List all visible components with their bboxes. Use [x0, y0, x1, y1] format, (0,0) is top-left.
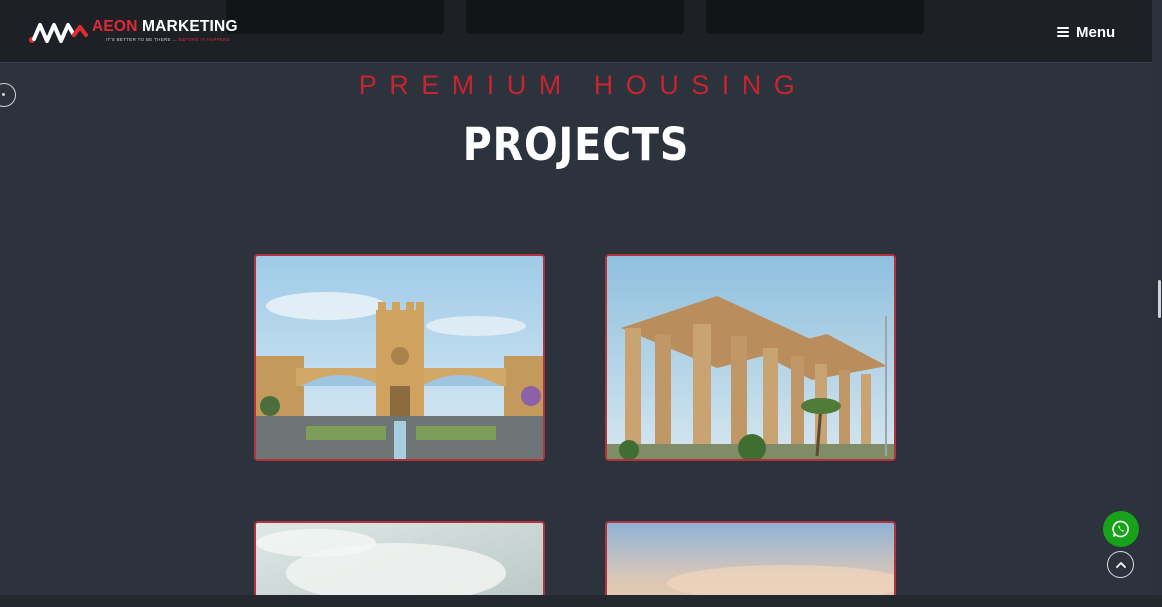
brand-name: AEON MARKETING [92, 18, 238, 36]
project-card[interactable] [605, 254, 896, 461]
stone-colonnade-image [607, 256, 894, 459]
brand-tagline: IT'S BETTER TO BE THERE ... BEFORE IT HA… [106, 37, 230, 42]
cloudy-sky-image [256, 523, 543, 595]
header-ghost-block [226, 0, 444, 34]
project-card[interactable] [254, 521, 545, 595]
scrollbar-thumb[interactable] [1158, 280, 1161, 318]
menu-button[interactable]: Menu [1057, 22, 1115, 42]
section-eyebrow: PREMIUM HOUSING [358, 70, 808, 100]
header-ghost-block [466, 0, 684, 34]
tagline-right: BEFORE IT HAPPENS [178, 37, 231, 42]
bottom-edge [0, 595, 1162, 607]
whatsapp-icon [1112, 520, 1129, 538]
brand-secondary: MARKETING [142, 18, 238, 35]
header-ghost-block [706, 0, 924, 34]
fort-gate-entrance-image [256, 256, 543, 459]
brand-primary: AEON [92, 18, 138, 35]
brand-logo[interactable]: AEON MARKETING IT'S BETTER TO BE THERE .… [28, 17, 248, 47]
menu-label: Menu [1076, 23, 1116, 41]
chevron-up-icon [1115, 561, 1126, 568]
site-header: AEON MARKETING IT'S BETTER TO BE THERE .… [0, 0, 1152, 63]
page-viewport: AEON MARKETING IT'S BETTER TO BE THERE .… [0, 0, 1152, 595]
tagline-left: IT'S BETTER TO BE THERE ... [106, 37, 177, 42]
section-title: PROJECTS [462, 118, 690, 171]
project-card[interactable] [254, 254, 545, 461]
logo-wave-icon [29, 23, 88, 43]
hamburger-icon [1057, 27, 1069, 37]
whatsapp-button[interactable] [1103, 511, 1139, 547]
project-card[interactable] [605, 521, 896, 595]
sunset-sky-image [607, 523, 894, 595]
scroll-to-top-button[interactable] [1107, 551, 1134, 578]
